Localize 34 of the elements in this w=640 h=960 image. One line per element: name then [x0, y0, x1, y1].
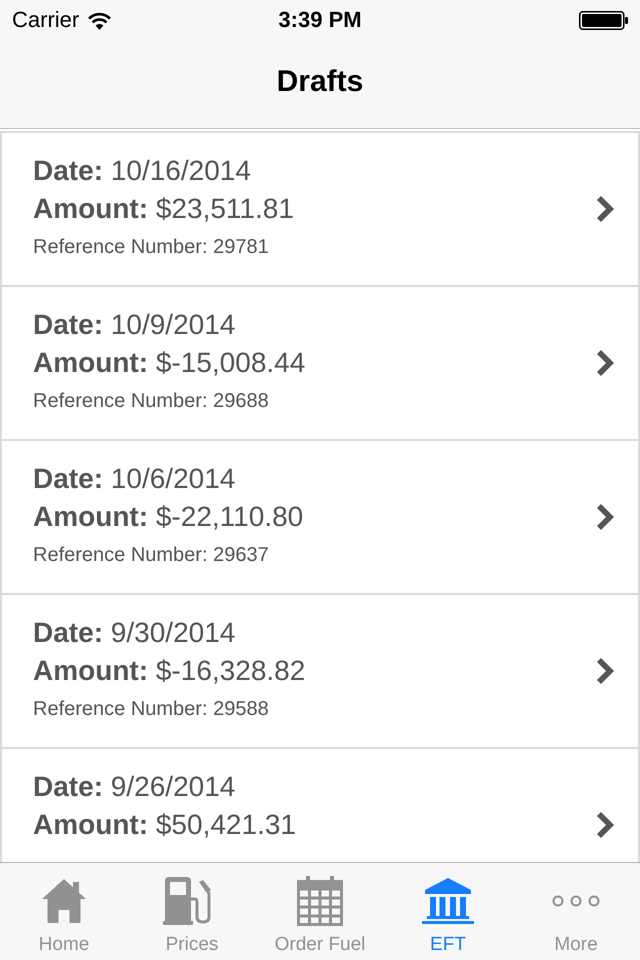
draft-row[interactable]: Date: 10/6/2014 Amount: $-22,110.80 Reference Number: 29637: [0, 439, 640, 593]
draft-date: Date: 9/30/2014: [33, 616, 236, 650]
reference-number: Reference Number: 29588: [33, 697, 269, 722]
status-time: 3:39 PM: [278, 7, 362, 33]
reference-number: Reference Number: 29781: [33, 235, 269, 260]
draft-date: Date: 10/16/2014: [33, 154, 251, 188]
wifi-icon: [87, 10, 112, 30]
draft-date: Date: 9/26/2014: [33, 770, 236, 804]
draft-date: Date: 10/6/2014: [33, 462, 236, 496]
chevron-icon: [597, 812, 614, 838]
draft-row[interactable]: Date: 10/16/2014 Amount: $23,511.81 Reference Number: 29781: [0, 131, 640, 285]
draft-amount: Amount: $-15,008.44: [33, 346, 306, 380]
reference-number: Reference Number: 29637: [33, 543, 269, 568]
chevron-icon: [597, 658, 614, 684]
draft-row[interactable]: Date: 9/30/2014 Amount: $-16,328.82 Reference Number: 29588: [0, 593, 640, 747]
draft-amount: Amount: $-22,110.80: [33, 500, 304, 534]
chevron-icon: [597, 504, 614, 530]
bank-building-icon: [422, 878, 474, 924]
chevron-icon: [597, 196, 614, 222]
screen-title: Drafts: [276, 65, 364, 99]
draft-row[interactable]: Date: 9/26/2014 Amount: $50,421.31: [0, 747, 640, 862]
draft-row[interactable]: Date: 10/9/2014 Amount: $-15,008.44 Reference Number: 29688: [0, 285, 640, 439]
house-icon: [42, 879, 86, 923]
draft-amount: Amount: $50,421.31: [33, 808, 296, 842]
calendar-icon: [297, 876, 343, 926]
battery-icon: [579, 10, 628, 30]
carrier-name: Carrier: [12, 7, 80, 33]
chevron-icon: [597, 350, 614, 376]
more-dots-icon: [552, 895, 600, 907]
tab-bar-item[interactable]: EFT: [384, 863, 512, 960]
draft-amount: Amount: $23,511.81: [33, 192, 294, 226]
reference-number: Reference Number: 29688: [33, 389, 269, 414]
draft-amount: Amount: $-16,328.82: [33, 654, 306, 688]
draft-date: Date: 10/9/2014: [33, 308, 236, 342]
